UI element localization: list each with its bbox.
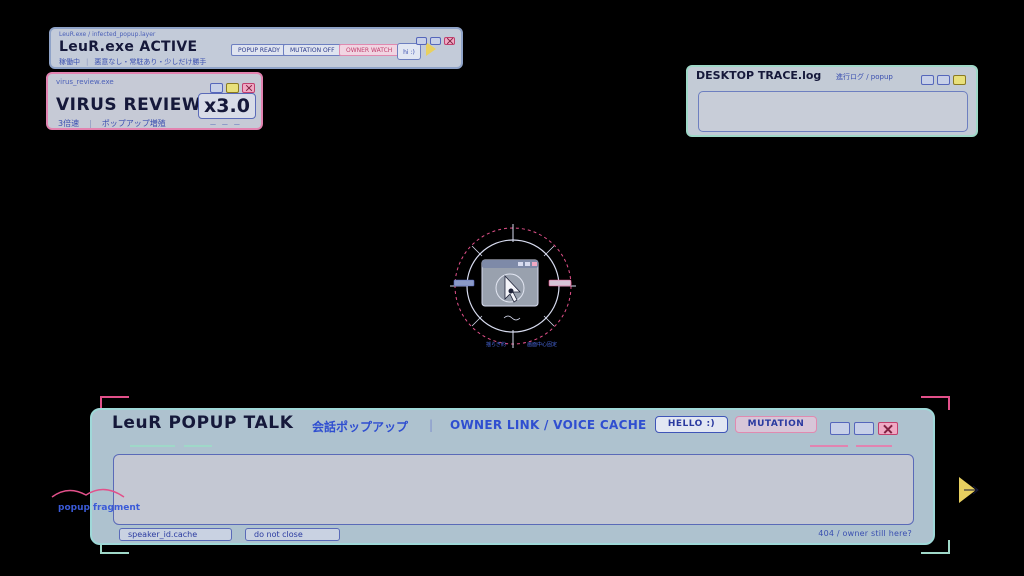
status-description: 悪意なし・常駐あり・少しだけ勝手 [94,58,207,66]
status-window-controls [413,30,455,49]
virus-title: VIRUS REVIEW [56,95,202,115]
virus-caption: virus_review.exe [56,78,114,86]
talk-separator: | [429,418,434,432]
speed-indicator: x3.0 [198,93,256,119]
right-mini-popup [548,279,572,287]
minimize-icon[interactable] [921,74,934,85]
desktop-trace-window: DESKTOP TRACE.log 進行ログ / popup [686,65,978,137]
status-subline: 稼働中 | 悪意なし・常駐あり・少しだけ勝手 [59,58,207,66]
deco-tick-mint-2 [184,445,212,447]
target-reticle [450,224,576,348]
diag-tl [471,245,483,257]
fragment-label: popup fragment [58,503,141,513]
diag-tr [543,245,555,257]
hello-button[interactable]: HELLO :) [655,416,728,433]
reticle-caption-left: 揺らぎ約 [486,342,507,348]
talk-subtitle-en: OWNER LINK / VOICE CACHE [450,418,647,432]
close-icon[interactable] [242,82,255,93]
trace-subtitle: 進行ログ / popup [836,73,893,81]
wave-mark [503,315,521,321]
deco-tick-mint-1 [130,445,175,447]
maximize-icon[interactable] [226,82,239,93]
diag-br [543,315,555,327]
virus-subline: 3倍速 | ポップアップ増殖 [58,119,166,128]
popup-ready-chip[interactable]: POPUP READY [231,44,287,56]
trace-log-area[interactable] [698,91,968,132]
talk-message-area[interactable] [113,454,914,525]
minimize-icon[interactable] [210,82,223,93]
fragment-arc [51,488,125,498]
virus-speed-label: 3倍速 [58,119,80,128]
do-not-close-chip[interactable]: do not close [245,528,340,541]
speaker-id-chip[interactable]: speaker_id.cache [119,528,232,541]
close-icon[interactable] [953,74,966,85]
status-title: LeuR.exe ACTIVE [59,39,198,55]
mini-max-icon [525,262,530,266]
virus-window-controls [207,77,255,96]
mutation-button[interactable]: MUTATION [735,416,817,433]
maximize-icon[interactable] [430,36,441,45]
mutation-off-chip[interactable]: MUTATION OFF [283,44,342,56]
footer-status: 404 / owner still here? [818,529,912,538]
talk-title: LeuR POPUP TALK [112,413,294,433]
status-window: LeuR.exe / infected_popup.layer LeuR.exe… [49,27,463,69]
diag-bl [471,315,483,327]
mini-min-icon [518,262,523,266]
reticle-caption-right: 画面中心固定 [527,342,558,348]
arrow-right-icon[interactable] [958,476,980,504]
trace-window-controls [918,69,966,88]
deco-tick-pink-2 [856,445,892,447]
popup-talk-window: LeuR POPUP TALK 会話ポップアップ | OWNER LINK / … [90,408,935,545]
talk-window-controls [826,418,898,437]
minimize-icon[interactable] [830,422,850,435]
owner-watch-chip[interactable]: OWNER WATCH [339,44,400,56]
talk-subtitle-jp: 会話ポップアップ [312,420,409,434]
close-icon[interactable] [444,36,455,45]
maximize-icon[interactable] [937,74,950,85]
trace-title: DESKTOP TRACE.log [696,69,822,82]
status-state: 稼働中 [59,58,80,66]
maximize-icon[interactable] [854,422,874,435]
close-icon[interactable] [878,422,898,435]
left-mini-popup [453,279,475,287]
status-caption: LeuR.exe / infected_popup.layer [59,31,156,38]
deco-tick-pink-1 [810,445,848,447]
minimize-icon[interactable] [416,36,427,45]
virus-review-window: virus_review.exe VIRUS REVIEW x3.0 — — —… [46,72,263,130]
mini-close-icon [532,262,537,266]
cursor-dot [508,288,514,294]
virus-desc-label: ポップアップ増殖 [101,119,166,128]
speed-dashes: — — — [210,121,242,128]
